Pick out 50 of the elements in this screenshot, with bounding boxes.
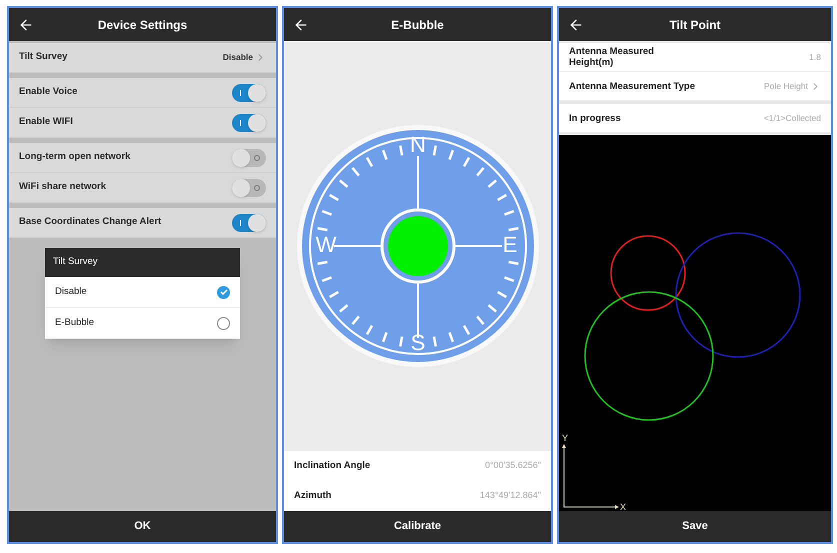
dialog-option[interactable]: E-Bubble [45, 308, 240, 339]
compass-letter: E [502, 232, 517, 257]
axis-label: X [620, 502, 626, 512]
screen-title: E-Bubble [391, 16, 444, 34]
radio-button[interactable] [217, 286, 230, 298]
footer-button[interactable]: Save [559, 511, 831, 542]
screen-title: Device Settings [98, 16, 188, 34]
footer-button[interactable]: Calibrate [284, 511, 551, 542]
info-value: 1.8 [809, 50, 821, 64]
info-label: Antenna Measured Height(m) [569, 46, 655, 68]
toggle-switch[interactable] [232, 178, 266, 196]
setting-label: Base Coordinates Change Alert [19, 215, 162, 230]
setting-label: Enable WIFI [19, 115, 73, 130]
toggle-switch[interactable] [232, 84, 266, 102]
settings-row[interactable]: Tilt Survey Disable [9, 43, 276, 73]
setting-label: Enable Voice [19, 85, 78, 100]
compass-letter: W [315, 232, 336, 257]
info-label: In progress [569, 112, 622, 124]
option-label: Disable [55, 284, 87, 299]
dialog-option[interactable]: Disable [45, 277, 240, 308]
footer-button[interactable]: OK [9, 511, 276, 542]
info-value: <1/1>Collected [764, 112, 821, 124]
setting-label: Tilt Survey [19, 50, 68, 64]
reading-label: Azimuth [294, 488, 332, 503]
dialog-title: Tilt Survey [53, 255, 98, 270]
axes-drawing [562, 444, 619, 509]
settings-row[interactable]: WiFi share network [9, 173, 276, 203]
radio-button[interactable] [217, 316, 230, 330]
axis-label: Y [562, 433, 568, 443]
info-value: Pole Height [764, 80, 808, 92]
level-bubble [388, 216, 448, 276]
screen-title: Tilt Point [669, 16, 721, 34]
info-label: Antenna Measurement Type [569, 80, 696, 92]
setting-value: Disable [222, 51, 253, 64]
option-label: E-Bubble [55, 316, 94, 330]
settings-row[interactable]: Base Coordinates Change Alert [9, 208, 276, 238]
setting-label: Long-term open network [19, 150, 130, 164]
settings-row[interactable]: Long-term open network [9, 143, 276, 173]
back-arrow-icon [293, 17, 309, 33]
setting-label: WiFi share network [19, 180, 106, 194]
settings-row[interactable]: Enable Voice [9, 78, 276, 108]
toggle-switch[interactable] [232, 148, 266, 166]
toggle-switch[interactable] [232, 214, 266, 232]
info-row[interactable]: Antenna Measurement Type Pole Height [559, 72, 831, 101]
reading-value: 0°00'35.6256" [484, 459, 541, 472]
reading-label: Inclination Angle [294, 458, 370, 473]
reading-value: 143°49'12.864" [480, 489, 541, 502]
settings-row[interactable]: Enable WIFI [9, 108, 276, 138]
check-icon [220, 289, 228, 295]
toggle-switch[interactable] [232, 114, 266, 132]
